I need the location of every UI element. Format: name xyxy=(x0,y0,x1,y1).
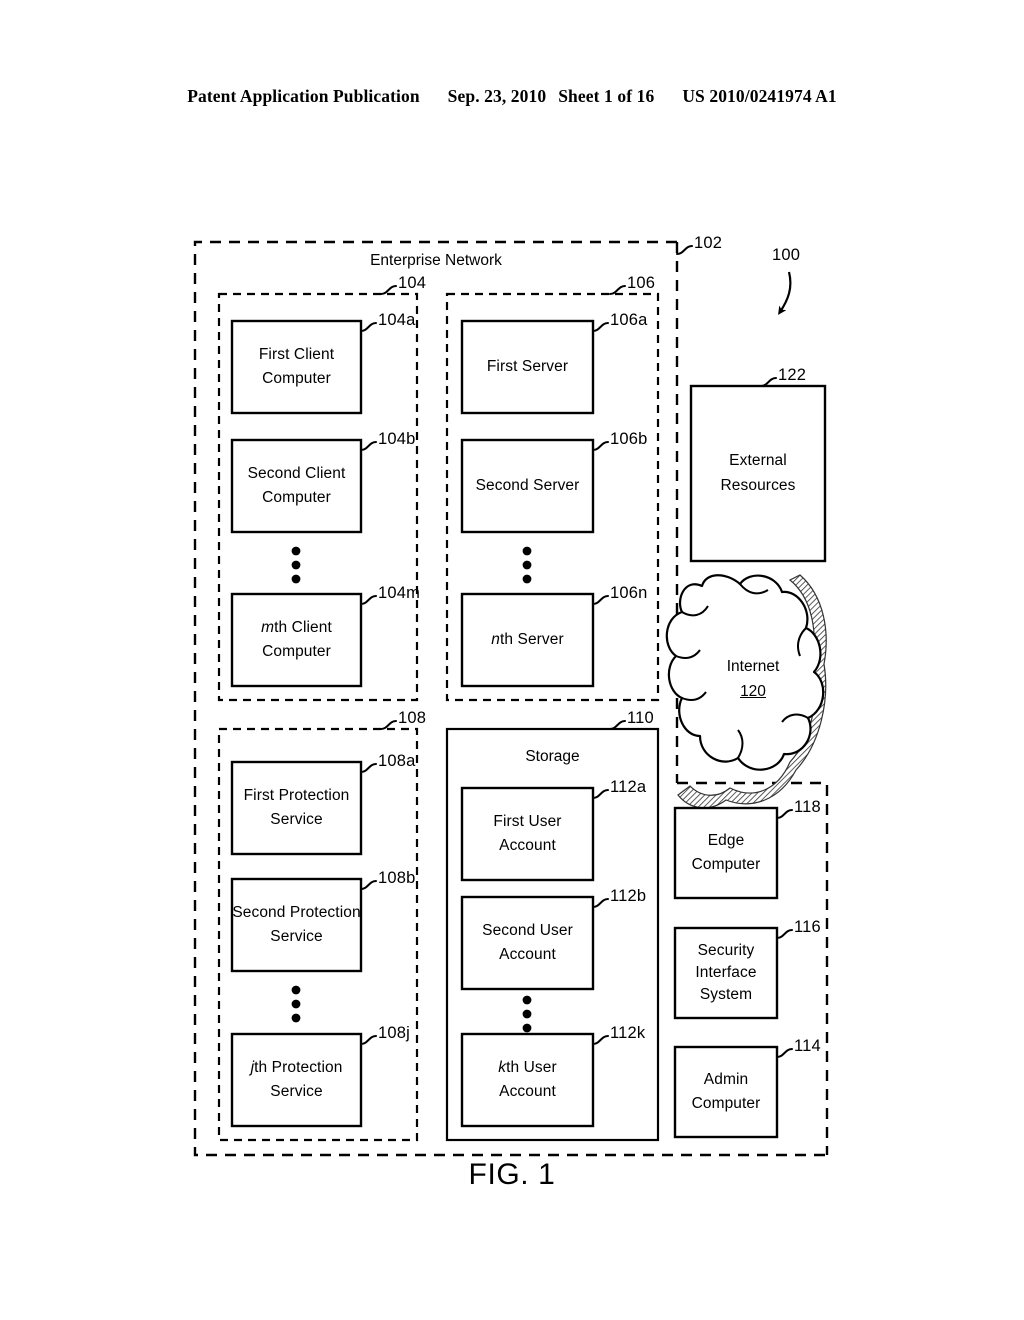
box-second-server[interactable] xyxy=(460,438,595,534)
box-nth-server[interactable] xyxy=(460,592,595,688)
ref-112a: 112a xyxy=(610,778,647,796)
ellipsis-dot xyxy=(522,560,532,570)
box-edge-computer[interactable] xyxy=(673,806,779,900)
ellipsis-dot xyxy=(291,560,301,570)
ellipsis-dot xyxy=(291,574,301,584)
ref-122: 122 xyxy=(778,366,807,384)
ref-108a: 108a xyxy=(378,752,416,770)
ellipsis-dot xyxy=(522,574,532,584)
label-internet-cloud: Internet 120 xyxy=(726,658,780,700)
box-second-user-account[interactable] xyxy=(460,895,595,991)
ellipsis-dot xyxy=(522,1023,532,1033)
ref-108: 108 xyxy=(398,709,427,727)
ellipsis-dot xyxy=(522,546,532,556)
ref-110: 110 xyxy=(627,709,654,727)
box-first-protection-service[interactable] xyxy=(230,760,363,856)
ellipsis-dot xyxy=(522,995,532,1005)
ellipsis-dot xyxy=(522,1009,532,1019)
storage-title: Storage xyxy=(525,748,580,765)
ref-118: 118 xyxy=(794,798,821,816)
figure-1-diagram: Enterprise Network Storage First Client … xyxy=(0,0,1024,1320)
box-first-user-account[interactable] xyxy=(460,786,595,882)
ref-108j: 108j xyxy=(378,1024,410,1042)
ref-116: 116 xyxy=(794,918,821,936)
ref-104: 104 xyxy=(398,274,427,292)
ellipsis-dot xyxy=(291,1013,301,1023)
ref-108b: 108b xyxy=(378,869,416,887)
box-second-protection-service[interactable] xyxy=(230,877,363,973)
figure-vector-canvas xyxy=(193,240,829,1157)
ref-106a: 106a xyxy=(610,311,648,329)
ref-106: 106 xyxy=(627,274,656,292)
ellipsis-dot xyxy=(291,985,301,995)
figure-caption: FIG. 1 xyxy=(468,1158,556,1191)
ellipsis-dot xyxy=(291,546,301,556)
enterprise-network-title: Enterprise Network xyxy=(370,252,502,269)
box-admin-computer[interactable] xyxy=(673,1045,779,1139)
internet-ref-number: 120 xyxy=(740,682,766,700)
box-second-client-computer[interactable] xyxy=(230,438,363,534)
ref-114: 114 xyxy=(794,1037,821,1055)
ref-106n: 106n xyxy=(610,584,648,602)
ref-104a: 104a xyxy=(378,311,416,329)
ref-104b: 104b xyxy=(378,430,416,448)
box-kth-user-account[interactable] xyxy=(460,1032,595,1128)
box-jth-protection-service[interactable] xyxy=(230,1032,363,1128)
ref-106b: 106b xyxy=(610,430,648,448)
ref-100: 100 xyxy=(772,246,801,264)
ref-112k: 112k xyxy=(610,1024,646,1042)
ellipsis-dot xyxy=(291,999,301,1009)
box-external-resources[interactable] xyxy=(689,384,827,563)
box-first-client-computer[interactable] xyxy=(230,319,363,415)
ref-102: 102 xyxy=(694,234,723,252)
box-security-interface-system[interactable] xyxy=(673,926,779,1020)
box-mth-client-computer[interactable] xyxy=(230,592,363,688)
ref-104m: 104m xyxy=(378,584,421,602)
box-first-server[interactable] xyxy=(460,319,595,415)
system-reference-arrow xyxy=(778,271,792,315)
ref-112b: 112b xyxy=(610,887,647,905)
